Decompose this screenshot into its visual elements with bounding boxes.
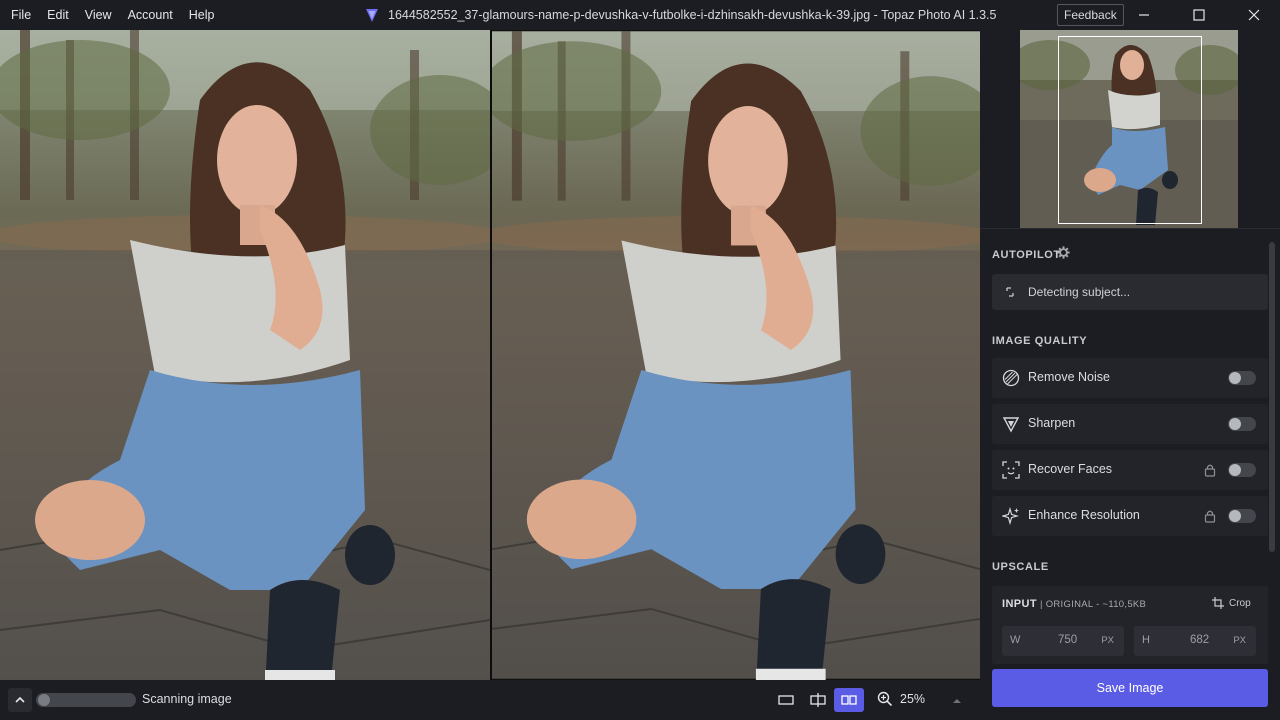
enhance-resolution-icon (1002, 507, 1020, 525)
upscale-input-box: INPUT | ORIGINAL - ~110,5KB Crop W 750 P… (992, 586, 1268, 664)
toggle-knob (1229, 418, 1241, 430)
toggle-knob (1229, 372, 1241, 384)
height-field[interactable]: H 682 PX (1134, 626, 1256, 656)
menu-help[interactable]: Help (181, 0, 223, 30)
processed-photo (492, 31, 980, 680)
width-value: 750 (1058, 634, 1078, 646)
tool-label-enhance-resolution: Enhance Resolution (1028, 508, 1140, 522)
navigator-viewport-frame[interactable] (1058, 36, 1202, 224)
window-title-group: 1644582552_37-glamours-name-p-devushka-v… (364, 0, 996, 30)
tool-row-remove-noise[interactable]: Remove Noise (992, 358, 1268, 398)
crop-button[interactable]: Crop (1206, 592, 1260, 614)
enhance-resolution-toggle[interactable] (1228, 509, 1256, 523)
width-letter: W (1010, 634, 1021, 646)
expand-panel-button[interactable] (8, 688, 32, 712)
processed-image-pane[interactable] (492, 30, 980, 680)
minimize-icon (1139, 14, 1149, 16)
menu-edit[interactable]: Edit (39, 0, 77, 30)
side-by-side-icon (841, 695, 857, 705)
image-preview[interactable] (0, 30, 980, 680)
remove-noise-icon (1002, 369, 1020, 387)
window-title: 1644582552_37-glamours-name-p-devushka-v… (388, 8, 997, 22)
single-view-button[interactable] (771, 688, 801, 712)
split-view-button[interactable] (803, 688, 833, 712)
zoom-icon (877, 691, 893, 707)
width-unit: PX (1101, 635, 1114, 646)
save-image-button[interactable]: Save Image (992, 669, 1268, 707)
topaz-logo-icon (366, 9, 378, 22)
toggle-knob (1229, 464, 1241, 476)
menu-account[interactable]: Account (120, 0, 181, 30)
tool-label-sharpen: Sharpen (1028, 416, 1076, 430)
autopilot-status-box: Detecting subject... (992, 274, 1268, 310)
close-button[interactable] (1231, 0, 1277, 30)
minimize-button[interactable] (1121, 0, 1167, 30)
crop-label: Crop (1229, 597, 1251, 609)
side-by-side-view-button[interactable] (834, 688, 864, 712)
input-original-size: | ORIGINAL - ~110,5KB (1040, 599, 1147, 610)
height-unit: PX (1233, 635, 1246, 646)
tool-row-sharpen[interactable]: Sharpen (992, 404, 1268, 444)
title-bar: File Edit View Account Help 1644582552_3… (0, 0, 1280, 30)
menu-view[interactable]: View (77, 0, 120, 30)
tool-row-enhance-resolution[interactable]: Enhance Resolution (992, 496, 1268, 536)
scan-progress-indicator (38, 694, 50, 706)
close-icon (1248, 9, 1260, 21)
navigator-thumbnail[interactable] (1020, 30, 1238, 228)
scan-status-text: Scanning image (142, 692, 232, 706)
panel-separator (980, 228, 1280, 229)
spinner-icon (1006, 287, 1014, 297)
single-view-icon (778, 695, 794, 705)
image-quality-title: IMAGE QUALITY (992, 335, 1088, 347)
panel-scrollbar[interactable] (1269, 242, 1275, 552)
height-value: 682 (1190, 634, 1210, 646)
maximize-button[interactable] (1176, 0, 1222, 30)
menu-bar: File Edit View Account Help (0, 0, 222, 30)
input-label: INPUT (1002, 598, 1037, 610)
right-panel: AUTOPILOT Detecting subject... IMAGE QUA… (980, 30, 1280, 720)
bottom-bar: Scanning image 25% (0, 680, 980, 720)
recover-faces-icon (1002, 461, 1020, 479)
tool-row-recover-faces[interactable]: Recover Faces (992, 450, 1268, 490)
scan-progress-bar (36, 693, 136, 707)
split-view-icon (810, 693, 826, 707)
menu-file[interactable]: File (3, 0, 39, 30)
crop-icon (1212, 597, 1224, 609)
caret-up-icon (953, 699, 961, 703)
sharpen-toggle[interactable] (1228, 417, 1256, 431)
autopilot-title: AUTOPILOT (992, 249, 1061, 261)
maximize-icon (1193, 9, 1205, 21)
zoom-button[interactable] (876, 690, 896, 710)
tool-label-recover-faces: Recover Faces (1028, 462, 1113, 476)
recover-faces-toggle[interactable] (1228, 463, 1256, 477)
original-photo (0, 30, 490, 680)
chevron-up-icon (15, 696, 25, 703)
autopilot-status-text: Detecting subject... (1028, 285, 1131, 299)
gear-icon[interactable] (1057, 246, 1070, 259)
original-image-pane[interactable] (0, 30, 490, 680)
zoom-dropdown-button[interactable] (952, 694, 962, 709)
lock-icon (1204, 510, 1216, 523)
feedback-button[interactable]: Feedback (1057, 4, 1124, 26)
remove-noise-toggle[interactable] (1228, 371, 1256, 385)
sharpen-icon (1002, 417, 1020, 433)
tool-label-remove-noise: Remove Noise (1028, 370, 1110, 384)
height-letter: H (1142, 634, 1150, 646)
lock-icon (1204, 464, 1216, 477)
toggle-knob (1229, 510, 1241, 522)
zoom-level[interactable]: 25% (900, 692, 925, 706)
upscale-title: UPSCALE (992, 561, 1049, 573)
width-field[interactable]: W 750 PX (1002, 626, 1124, 656)
